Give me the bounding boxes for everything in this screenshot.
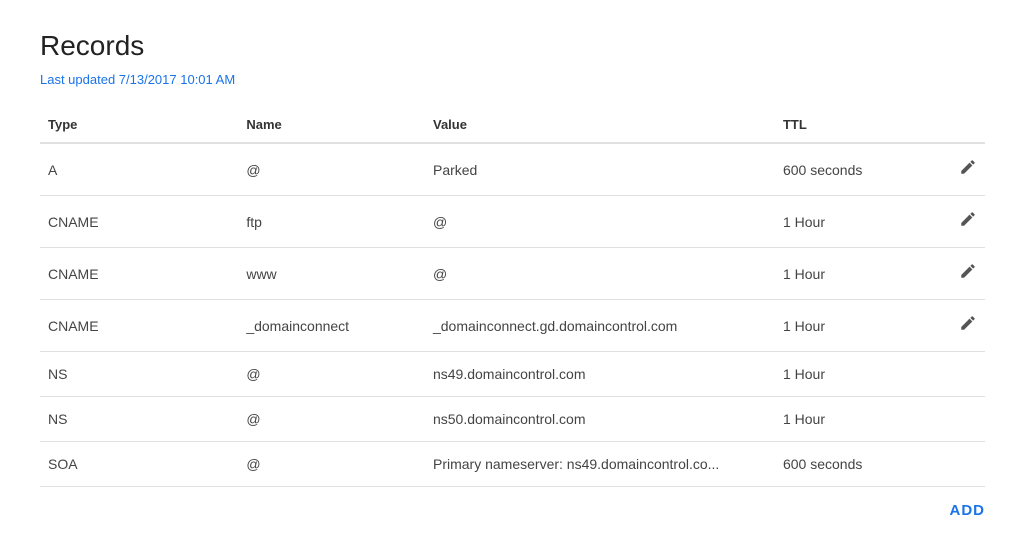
- cell-action: [927, 352, 985, 397]
- cell-ttl: 600 seconds: [775, 143, 927, 196]
- cell-name: www: [238, 248, 425, 300]
- cell-type: CNAME: [40, 196, 238, 248]
- cell-ttl: 1 Hour: [775, 248, 927, 300]
- edit-icon[interactable]: [959, 262, 977, 285]
- table-row: CNAMEwww@1 Hour: [40, 248, 985, 300]
- table-row: SOA@Primary nameserver: ns49.domaincontr…: [40, 442, 985, 487]
- edit-icon[interactable]: [959, 210, 977, 233]
- footer-area: ADD: [40, 502, 985, 519]
- table-row: NS@ns49.domaincontrol.com1 Hour: [40, 352, 985, 397]
- cell-ttl: 1 Hour: [775, 352, 927, 397]
- header-name: Name: [238, 107, 425, 143]
- cell-name: @: [238, 397, 425, 442]
- cell-name: _domainconnect: [238, 300, 425, 352]
- table-header-row: Type Name Value TTL: [40, 107, 985, 143]
- edit-icon[interactable]: [959, 314, 977, 337]
- records-table: Type Name Value TTL A@Parked600 seconds …: [40, 107, 985, 487]
- cell-value: @: [425, 248, 775, 300]
- cell-value: Parked: [425, 143, 775, 196]
- header-action: [927, 107, 985, 143]
- cell-action: [927, 397, 985, 442]
- cell-type: NS: [40, 352, 238, 397]
- table-row: CNAME_domainconnect_domainconnect.gd.dom…: [40, 300, 985, 352]
- cell-action[interactable]: [927, 300, 985, 352]
- table-row: A@Parked600 seconds: [40, 143, 985, 196]
- cell-value: Primary nameserver: ns49.domaincontrol.c…: [425, 442, 775, 487]
- last-updated-text: Last updated 7/13/2017 10:01 AM: [40, 72, 985, 87]
- cell-ttl: 1 Hour: [775, 300, 927, 352]
- cell-name: ftp: [238, 196, 425, 248]
- cell-value: @: [425, 196, 775, 248]
- cell-action[interactable]: [927, 248, 985, 300]
- header-value: Value: [425, 107, 775, 143]
- cell-name: @: [238, 442, 425, 487]
- header-type: Type: [40, 107, 238, 143]
- cell-value: ns50.domaincontrol.com: [425, 397, 775, 442]
- add-button[interactable]: ADD: [950, 502, 986, 519]
- edit-icon[interactable]: [959, 158, 977, 181]
- cell-value: _domainconnect.gd.domaincontrol.com: [425, 300, 775, 352]
- cell-name: @: [238, 143, 425, 196]
- cell-type: NS: [40, 397, 238, 442]
- cell-value: ns49.domaincontrol.com: [425, 352, 775, 397]
- table-row: CNAMEftp@1 Hour: [40, 196, 985, 248]
- header-ttl: TTL: [775, 107, 927, 143]
- cell-type: SOA: [40, 442, 238, 487]
- cell-action: [927, 442, 985, 487]
- page-title: Records: [40, 30, 985, 62]
- cell-name: @: [238, 352, 425, 397]
- cell-action[interactable]: [927, 196, 985, 248]
- cell-ttl: 1 Hour: [775, 196, 927, 248]
- table-row: NS@ns50.domaincontrol.com1 Hour: [40, 397, 985, 442]
- cell-ttl: 600 seconds: [775, 442, 927, 487]
- cell-type: CNAME: [40, 300, 238, 352]
- cell-type: CNAME: [40, 248, 238, 300]
- cell-action[interactable]: [927, 143, 985, 196]
- cell-type: A: [40, 143, 238, 196]
- cell-ttl: 1 Hour: [775, 397, 927, 442]
